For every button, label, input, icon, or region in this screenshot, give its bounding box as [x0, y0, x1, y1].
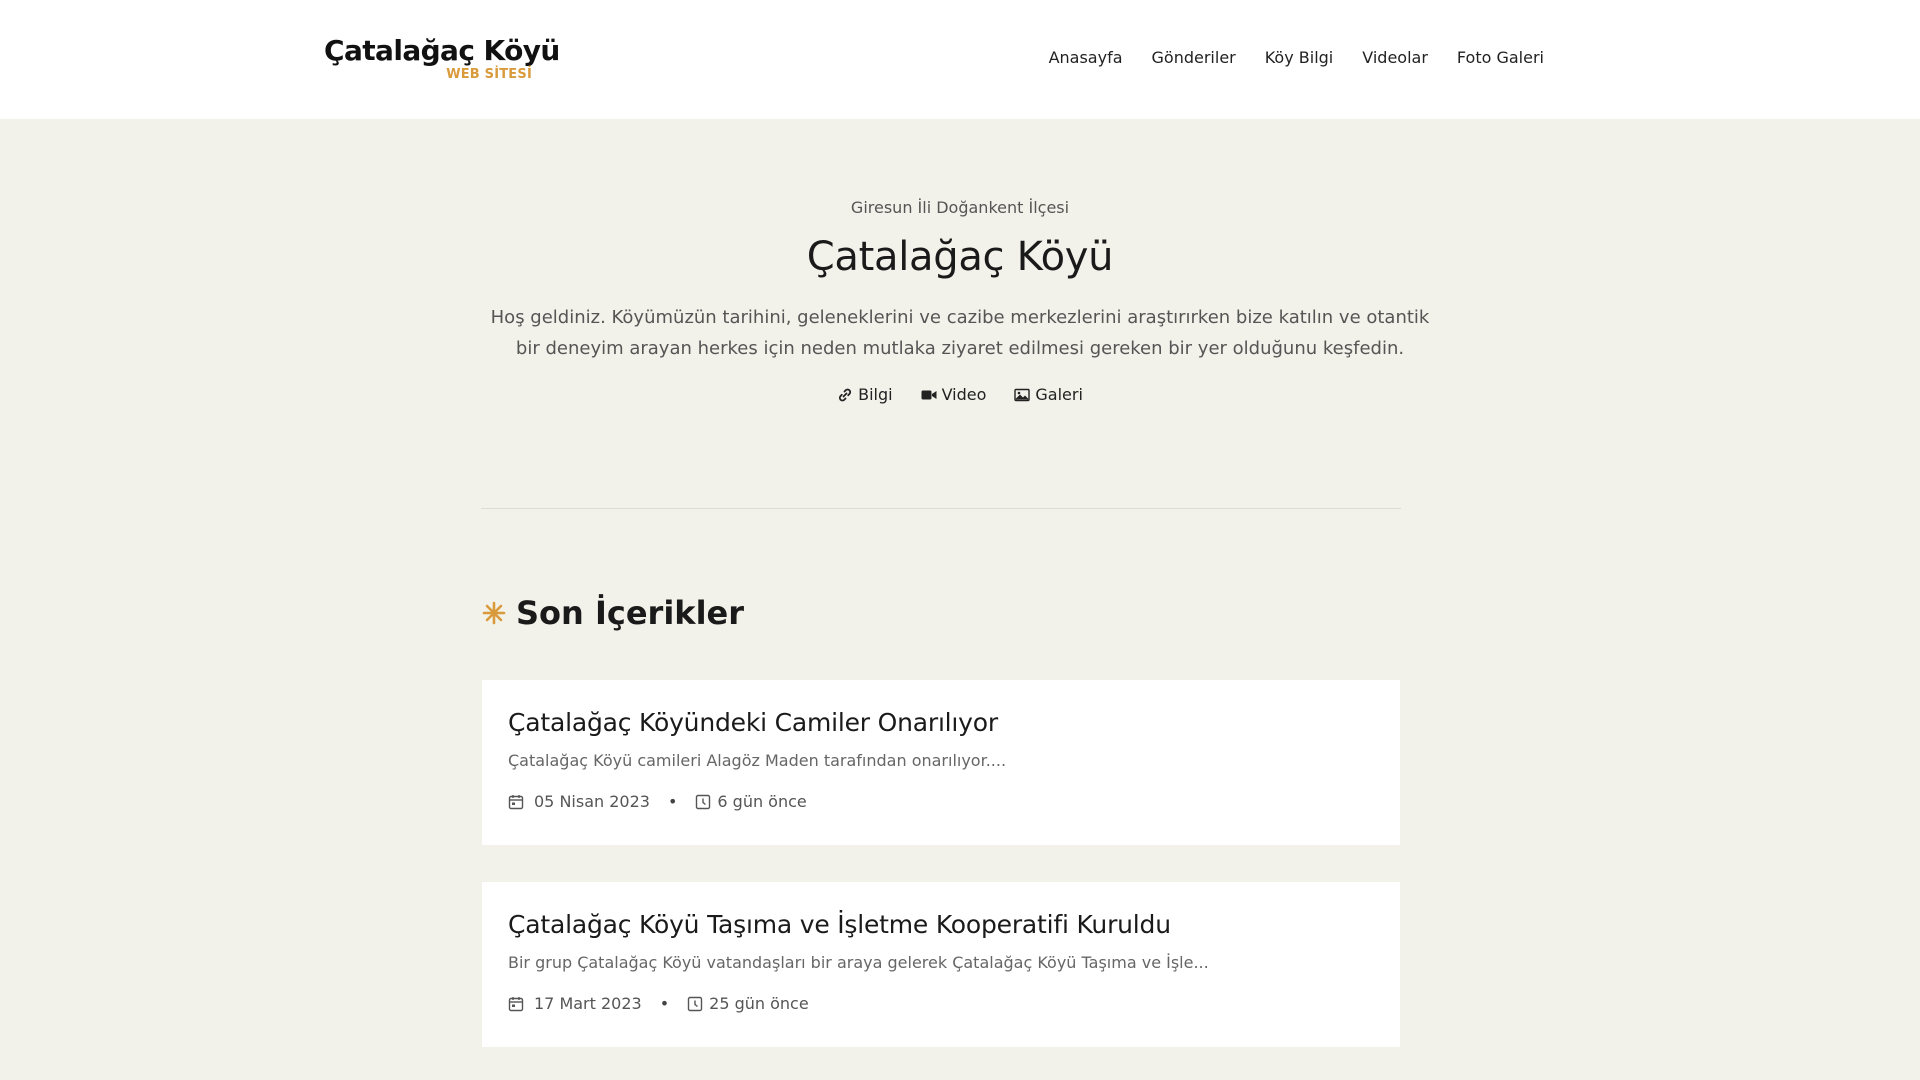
logo-subtitle: WEB SİTESİ [446, 67, 532, 82]
section-divider [481, 508, 1401, 509]
nav-item-anasayfa[interactable]: Anasayfa [1049, 48, 1123, 67]
hero-subtitle: Giresun İli Doğankent İlçesi [850, 198, 1070, 217]
section-header: Son İçerikler [482, 594, 744, 632]
nav-item-koy-bilgi[interactable]: Köy Bilgi [1265, 48, 1334, 67]
nav-item-foto-galeri[interactable]: Foto Galeri [1457, 48, 1544, 67]
hero-section: Giresun İli Doğankent İlçesi Çatalağaç K… [0, 198, 1920, 404]
section-title: Son İçerikler [516, 594, 745, 632]
hero-link-bilgi-label: Bilgi [858, 385, 893, 404]
site-header: Çatalağaç Köyü WEB SİTESİ Anasayfa Gönde… [0, 0, 1920, 119]
logo-title: Çatalağaç Köyü [324, 34, 560, 67]
nav-item-gonderiler[interactable]: Gönderiler [1152, 48, 1236, 67]
asterisk-icon [482, 601, 506, 625]
post-title[interactable]: Çatalağaç Köyü Taşıma ve İşletme Koopera… [508, 910, 1374, 939]
calendar-icon [508, 996, 524, 1011]
meta-separator: • [659, 994, 670, 1013]
post-date: 17 Mart 2023 [534, 994, 642, 1013]
link-icon [839, 388, 852, 401]
hero-links: Bilgi Video Galeri [0, 385, 1920, 404]
image-icon [1014, 388, 1031, 401]
hero-title: Çatalağaç Köyü [806, 234, 1114, 280]
hero-link-bilgi[interactable]: Bilgi [837, 385, 893, 404]
calendar-icon [508, 794, 524, 809]
post-meta: 05 Nisan 2023 • 6 gün önce [508, 792, 1374, 811]
video-camera-icon [921, 390, 937, 399]
clock-icon [696, 794, 711, 809]
main-nav: Anasayfa Gönderiler Köy Bilgi Videolar F… [1049, 48, 1544, 67]
clock-icon [687, 996, 703, 1011]
post-card[interactable]: Çatalağaç Köyündeki Camiler Onarılıyor Ç… [482, 680, 1400, 845]
post-card[interactable]: Çatalağaç Köyü Taşıma ve İşletme Koopera… [482, 882, 1400, 1047]
post-date: 05 Nisan 2023 [534, 792, 650, 811]
post-time-ago: 25 gün önce [709, 994, 809, 1013]
meta-separator: • [667, 792, 678, 811]
nav-item-videolar[interactable]: Videolar [1362, 48, 1428, 67]
post-title[interactable]: Çatalağaç Köyündeki Camiler Onarılıyor [508, 708, 1374, 737]
site-logo[interactable]: Çatalağaç Köyü WEB SİTESİ [324, 34, 560, 84]
post-time-ago: 6 gün önce [717, 792, 807, 811]
post-excerpt: Bir grup Çatalağaç Köyü vatandaşları bir… [508, 953, 1209, 972]
post-meta: 17 Mart 2023 • 25 gün önce [508, 994, 1374, 1013]
hero-link-video-label: Video [941, 385, 987, 404]
hero-link-video[interactable]: Video [921, 385, 987, 404]
post-excerpt: Çatalağaç Köyü camileri Alagöz Maden tar… [508, 751, 1007, 770]
hero-link-galeri[interactable]: Galeri [1014, 385, 1083, 404]
hero-description: Hoş geldiniz. Köyümüzün tarihini, gelene… [490, 307, 1430, 359]
hero-link-galeri-label: Galeri [1035, 385, 1083, 404]
